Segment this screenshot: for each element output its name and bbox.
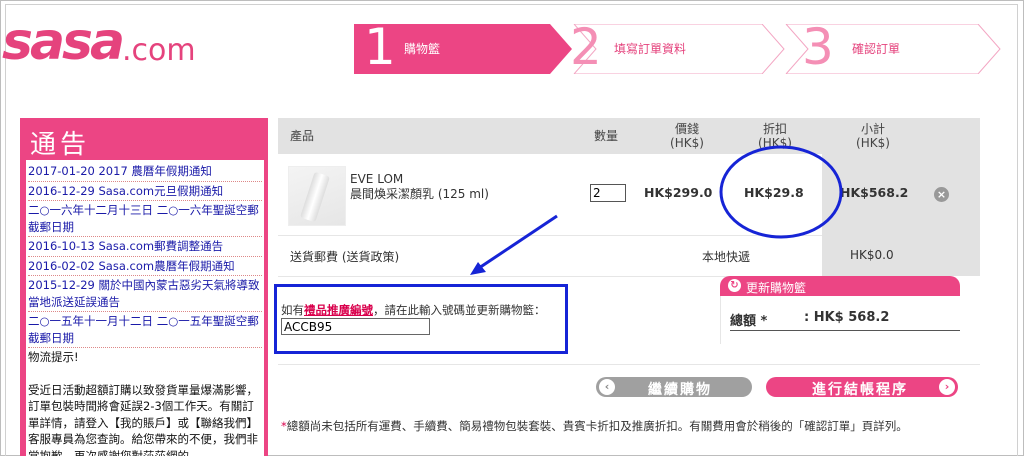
product-name: 晨間煥采潔顏乳 (125 ml) <box>350 187 489 201</box>
notice-item[interactable]: 2016-10-13 Sasa.com郵費調整通告 <box>28 238 262 257</box>
step-3-label: 確認訂單 <box>852 42 901 56</box>
remove-item-icon[interactable]: × <box>934 187 949 202</box>
header-discount: 折扣 (HK$) <box>748 122 802 150</box>
notice-item[interactable]: 2016-12-29 Sasa.com元旦假期通知 <box>28 183 262 201</box>
header-product: 產品 <box>290 129 315 143</box>
chevron-right-icon: › <box>939 379 955 395</box>
step-3-confirm: 3 確認訂單 <box>778 18 1004 76</box>
product-brand: EVE LOM <box>350 172 404 186</box>
logo-suffix: .com <box>122 33 196 68</box>
promo-code-input[interactable] <box>281 318 430 335</box>
step-3-number: 3 <box>802 18 834 76</box>
logistics-title: 物流提示! <box>28 350 79 364</box>
header-discount-unit: (HK$) <box>758 136 792 150</box>
notice-item[interactable]: 2016-02-02 Sasa.com農曆年假期通知 <box>28 258 262 276</box>
product-info[interactable]: EVE LOM 晨間煥采潔顏乳 (125 ml) <box>350 172 489 202</box>
checkout-button[interactable]: 進行結帳程序 › <box>766 377 958 398</box>
product-image[interactable] <box>288 166 346 226</box>
item-price: HK$299.0 <box>644 185 713 200</box>
shipping-method: 本地快遞 <box>702 250 751 264</box>
header-subtotal-label: 小計 <box>860 122 885 136</box>
divider <box>720 296 721 344</box>
step-1-number: 1 <box>364 18 396 76</box>
header-subtotal: 小計 (HK$) <box>846 122 900 150</box>
notice-item[interactable]: 二○一六年十二月十三日 二○一六年聖誕空郵截郵日期 <box>28 202 262 237</box>
product-tube <box>299 171 331 223</box>
continue-shopping-button[interactable]: ‹ 繼續購物 <box>596 377 752 398</box>
notice-title: 通告 <box>30 130 91 160</box>
update-cart-button[interactable]: ↻ 更新購物籃 <box>720 276 960 296</box>
order-total: 總額 * : HK$ 568.2 <box>730 309 960 331</box>
footnote: *總額尚未包括所有運費、手續費、簡易禮物包裝套裝、貴賓卡折扣及推廣折扣。有關費用… <box>281 418 908 434</box>
update-cart-label: 更新購物籃 <box>746 281 807 295</box>
checkout-label: 進行結帳程序 <box>812 382 908 398</box>
notice-list[interactable]: 2017-01-20 2017 農曆年假期通知 2016-12-29 Sasa.… <box>26 160 264 456</box>
step-1-cart: 1 購物籃 <box>354 18 574 76</box>
header-price-unit: (HK$) <box>670 136 704 150</box>
logo-wordmark: sasa <box>2 12 125 72</box>
total-value: : HK$ 568.2 <box>804 310 890 325</box>
item-subtotal: HK$568.2 <box>840 185 909 200</box>
logistics-body: 受近日活動超額訂購以致發貨單量爆滿影響，訂單包裝時間將會延誤2-3個工作天。有關… <box>28 382 258 456</box>
shipping-fee: HK$0.0 <box>850 248 894 262</box>
promo-instruction: 如有禮品推廣編號，請在此輸入號碼並更新購物籃： <box>281 302 546 318</box>
promo-code-link[interactable]: 禮品推廣編號 <box>304 303 373 317</box>
promo-suffix: ，請在此輸入號碼並更新購物籃： <box>373 303 546 317</box>
row-divider <box>278 235 822 236</box>
notice-panel: 通告 2017-01-20 2017 農曆年假期通知 2016-12-29 Sa… <box>20 118 268 456</box>
total-label: 總額 * <box>730 314 768 329</box>
step-2-details: 2 填寫訂單資料 <box>566 18 786 76</box>
step-2-number: 2 <box>570 18 602 76</box>
header-discount-label: 折扣 <box>762 122 787 136</box>
promo-prefix: 如有 <box>281 303 304 317</box>
checkout-steps: 1 購物籃 2 填寫訂單資料 3 確認訂單 <box>354 18 1004 76</box>
chevron-left-icon: ‹ <box>599 379 615 395</box>
header-quantity: 數量 <box>594 129 619 143</box>
shipping-label[interactable]: 送貨郵費 (送貨政策) <box>290 248 399 265</box>
refresh-icon: ↻ <box>728 279 741 292</box>
header-price-label: 價錢 <box>674 122 699 136</box>
promo-code-box: 如有禮品推廣編號，請在此輸入號碼並更新購物籃： <box>274 284 568 354</box>
continue-shopping-label: 繼續購物 <box>648 382 712 398</box>
quantity-input[interactable] <box>590 184 626 202</box>
notice-item[interactable]: 2015-12-29 關於中國內蒙古惡劣天氣將導致當地派送延誤通告 <box>28 277 262 312</box>
step-2-label: 填寫訂單資料 <box>614 42 687 56</box>
notice-item[interactable]: 2017-01-20 2017 農曆年假期通知 <box>28 163 262 182</box>
item-discount: HK$29.8 <box>744 185 804 200</box>
step-1-label: 購物籃 <box>404 42 441 56</box>
notice-item[interactable]: 二○一五年十一月十二日 二○一五年聖誕空郵截郵日期 <box>28 313 262 348</box>
footnote-text: 總額尚未包括所有運費、手續費、簡易禮物包裝套裝、貴賓卡折扣及推廣折扣。有關費用會… <box>286 419 908 433</box>
divider <box>278 364 980 365</box>
header-price: 價錢 (HK$) <box>660 122 714 150</box>
header-subtotal-unit: (HK$) <box>856 136 890 150</box>
